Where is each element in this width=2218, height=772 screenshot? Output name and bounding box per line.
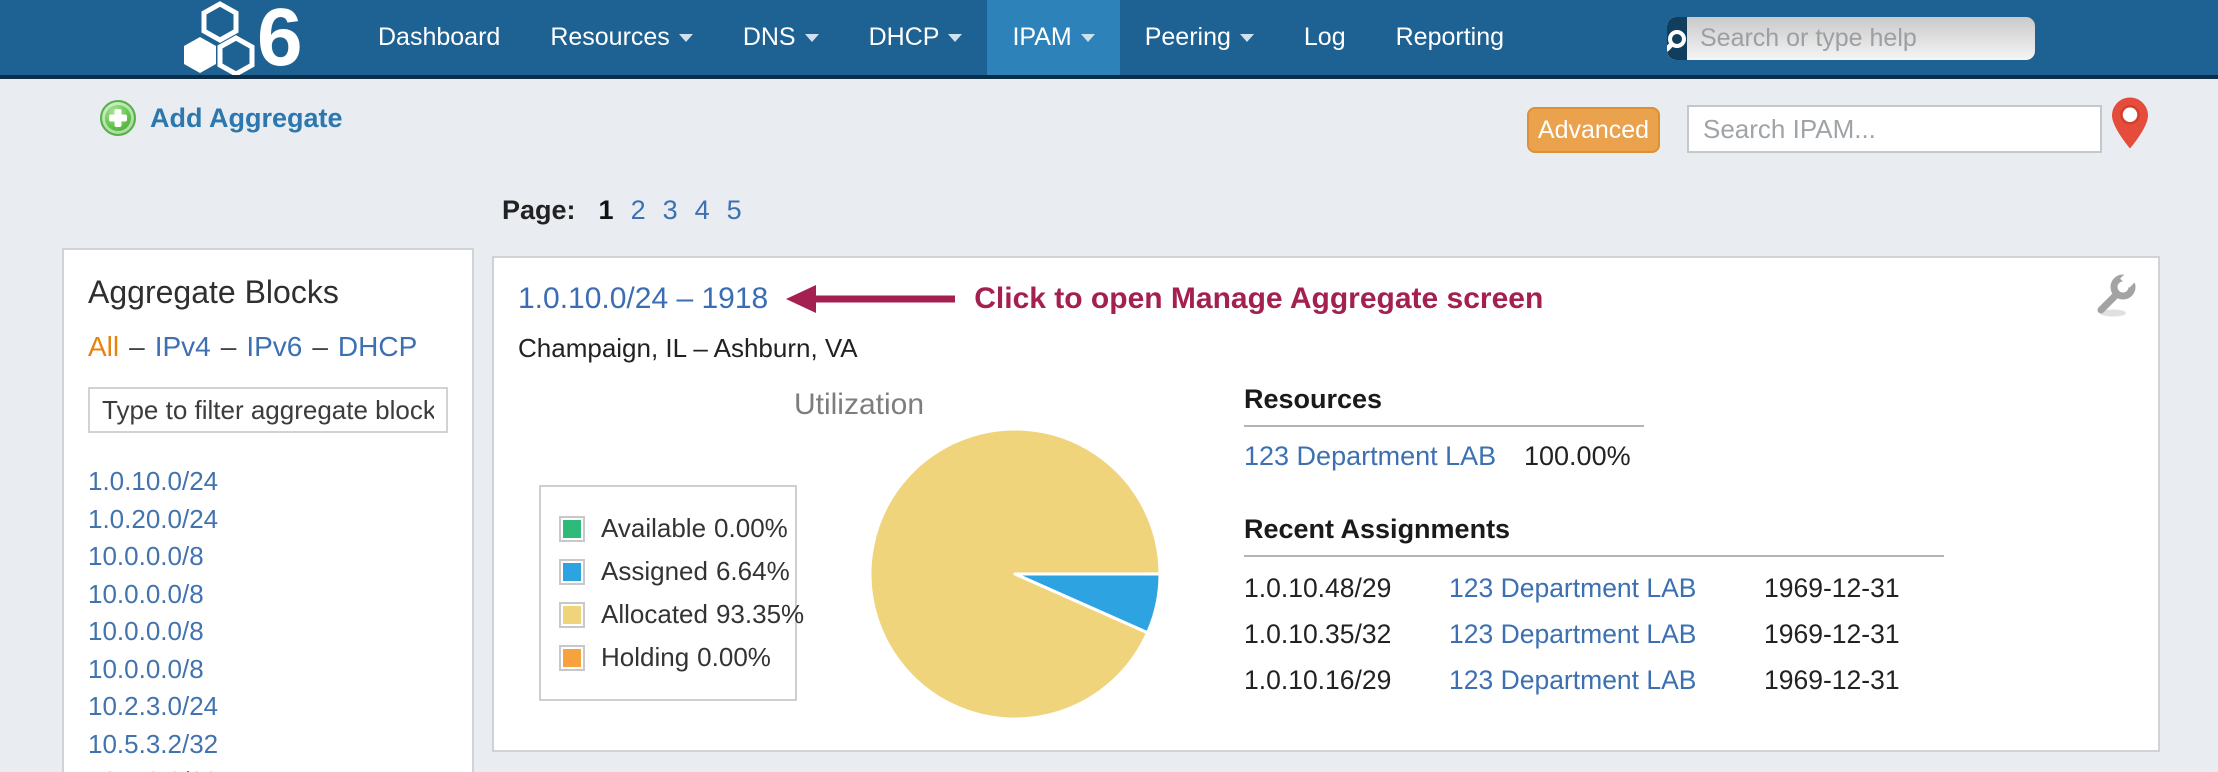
list-item: 10.5.3.2/32 xyxy=(88,763,448,772)
pie-slice-allocated xyxy=(870,429,1160,719)
chevron-down-icon xyxy=(1081,34,1095,42)
resources-header: Resources xyxy=(1244,384,1644,427)
sidebar-filters: All–IPv4–IPv6–DHCP xyxy=(88,331,448,363)
list-item: 1.0.10.0/24 xyxy=(88,463,448,501)
aggregate-title-link[interactable]: 1.0.10.0/24 – 1918 xyxy=(518,282,768,316)
nav-item-reporting[interactable]: Reporting xyxy=(1371,0,1529,75)
annotation-text: Click to open Manage Aggregate screen xyxy=(974,282,1543,316)
wrench-icon[interactable] xyxy=(2092,272,2138,318)
assignment-date: 1969-12-31 xyxy=(1764,573,2004,604)
legend-item-available: Available0.00% xyxy=(559,513,777,544)
aggregate-info: Resources 123 Department LAB 100.00% Rec… xyxy=(1244,384,2004,696)
nav-item-resources[interactable]: Resources xyxy=(525,0,718,75)
aggregate-block-list: 1.0.10.0/24 1.0.20.0/24 10.0.0.0/8 10.0.… xyxy=(88,463,448,772)
filter-ipv4[interactable]: IPv4 xyxy=(155,331,211,362)
brand-logo[interactable]: 6 xyxy=(183,0,341,75)
nav-item-dns[interactable]: DNS xyxy=(718,0,844,75)
resource-percentage: 100.00% xyxy=(1524,441,2004,472)
aggregate-title-row: 1.0.10.0/24 – 1918 Click to open Manage … xyxy=(518,282,2134,316)
utilization-legend: Available0.00% Assigned6.64% Allocated93… xyxy=(539,485,797,701)
top-nav: 6 Dashboard Resources DNS DHCP IPAM Peer… xyxy=(0,0,2218,79)
table-row: 1.0.10.16/29 123 Department LAB 1969-12-… xyxy=(1244,665,2004,696)
chevron-down-icon xyxy=(679,34,693,42)
sidebar-title: Aggregate Blocks xyxy=(88,274,448,311)
page-label: Page: xyxy=(502,195,576,226)
list-item: 1.0.20.0/24 xyxy=(88,501,448,539)
chevron-down-icon xyxy=(948,34,962,42)
chevron-down-icon xyxy=(1240,34,1254,42)
list-item: 10.0.0.0/8 xyxy=(88,651,448,689)
filter-ipv6[interactable]: IPv6 xyxy=(246,331,302,362)
aggregate-blocks-sidebar: Aggregate Blocks All–IPv4–IPv6–DHCP 1.0.… xyxy=(62,248,474,772)
filter-all[interactable]: All xyxy=(88,331,119,362)
page-link-3[interactable]: 3 xyxy=(663,195,678,226)
ipam-search-input[interactable] xyxy=(1687,105,2102,153)
global-search xyxy=(1667,17,2035,60)
recent-assignments-list: 1.0.10.48/29 123 Department LAB 1969-12-… xyxy=(1244,573,2004,696)
table-row: 1.0.10.48/29 123 Department LAB 1969-12-… xyxy=(1244,573,2004,604)
nav-item-ipam[interactable]: IPAM xyxy=(987,0,1119,75)
available-swatch xyxy=(559,516,585,542)
list-item: 10.2.3.0/24 xyxy=(88,688,448,726)
page-current: 1 xyxy=(599,195,614,226)
assignment-resource-link[interactable]: 123 Department LAB xyxy=(1449,665,1764,696)
utilization-pie-chart xyxy=(865,424,1165,729)
content: Aggregate Blocks All–IPv4–IPv6–DHCP 1.0.… xyxy=(0,248,2218,772)
legend-item-assigned: Assigned6.64% xyxy=(559,556,777,587)
utilization-pie xyxy=(865,424,1165,724)
recent-assignments-header: Recent Assignments xyxy=(1244,514,1944,557)
assignment-block: 1.0.10.48/29 xyxy=(1244,573,1449,604)
nav-item-dashboard[interactable]: Dashboard xyxy=(353,0,525,75)
add-aggregate-button[interactable]: Add Aggregate xyxy=(100,100,343,136)
assignment-date: 1969-12-31 xyxy=(1764,665,2004,696)
allocated-swatch xyxy=(559,602,585,628)
nav-item-dhcp[interactable]: DHCP xyxy=(844,0,988,75)
assignment-resource-link[interactable]: 123 Department LAB xyxy=(1449,573,1764,604)
aggregate-panel: 1.0.10.0/24 – 1918 Click to open Manage … xyxy=(492,256,2160,752)
assignment-block: 1.0.10.16/29 xyxy=(1244,665,1449,696)
hexagons-logo-icon xyxy=(183,1,255,75)
list-item: 10.0.0.0/8 xyxy=(88,538,448,576)
nav-menu: Dashboard Resources DNS DHCP IPAM Peerin… xyxy=(353,0,1529,75)
legend-item-holding: Holding0.00% xyxy=(559,642,777,673)
advanced-search-button[interactable]: Advanced xyxy=(1527,107,1660,153)
holding-swatch xyxy=(559,645,585,671)
search-icon xyxy=(1667,17,1687,60)
toolbar: Add Aggregate Advanced xyxy=(0,79,2218,185)
page-link-5[interactable]: 5 xyxy=(727,195,742,226)
aggregate-location: Champaign, IL – Ashburn, VA xyxy=(518,333,2134,364)
nav-item-peering[interactable]: Peering xyxy=(1120,0,1279,75)
list-item: 10.0.0.0/8 xyxy=(88,613,448,651)
nav-item-log[interactable]: Log xyxy=(1279,0,1371,75)
utilization-title: Utilization xyxy=(709,388,1009,422)
pagination: Page: 1 2 3 4 5 xyxy=(0,185,2218,248)
legend-item-allocated: Allocated93.35% xyxy=(559,599,777,630)
annotation-arrow xyxy=(786,282,956,316)
table-row: 1.0.10.35/32 123 Department LAB 1969-12-… xyxy=(1244,619,2004,650)
page-link-2[interactable]: 2 xyxy=(631,195,646,226)
assignment-date: 1969-12-31 xyxy=(1764,619,2004,650)
map-pin-icon[interactable] xyxy=(2112,97,2148,149)
resource-link[interactable]: 123 Department LAB xyxy=(1244,441,1524,472)
resource-row: 123 Department LAB 100.00% xyxy=(1244,441,2004,472)
assignment-block: 1.0.10.35/32 xyxy=(1244,619,1449,650)
assigned-swatch xyxy=(559,559,585,585)
brand-number: 6 xyxy=(257,3,301,73)
global-search-input[interactable] xyxy=(1687,17,2035,60)
filter-aggregate-input[interactable] xyxy=(88,387,448,433)
list-item: 10.0.0.0/8 xyxy=(88,576,448,614)
chevron-down-icon xyxy=(805,34,819,42)
list-item: 10.5.3.2/32 xyxy=(88,726,448,764)
filter-dhcp[interactable]: DHCP xyxy=(338,331,417,362)
assignment-resource-link[interactable]: 123 Department LAB xyxy=(1449,619,1764,650)
page-link-4[interactable]: 4 xyxy=(695,195,710,226)
plus-icon xyxy=(100,100,136,136)
